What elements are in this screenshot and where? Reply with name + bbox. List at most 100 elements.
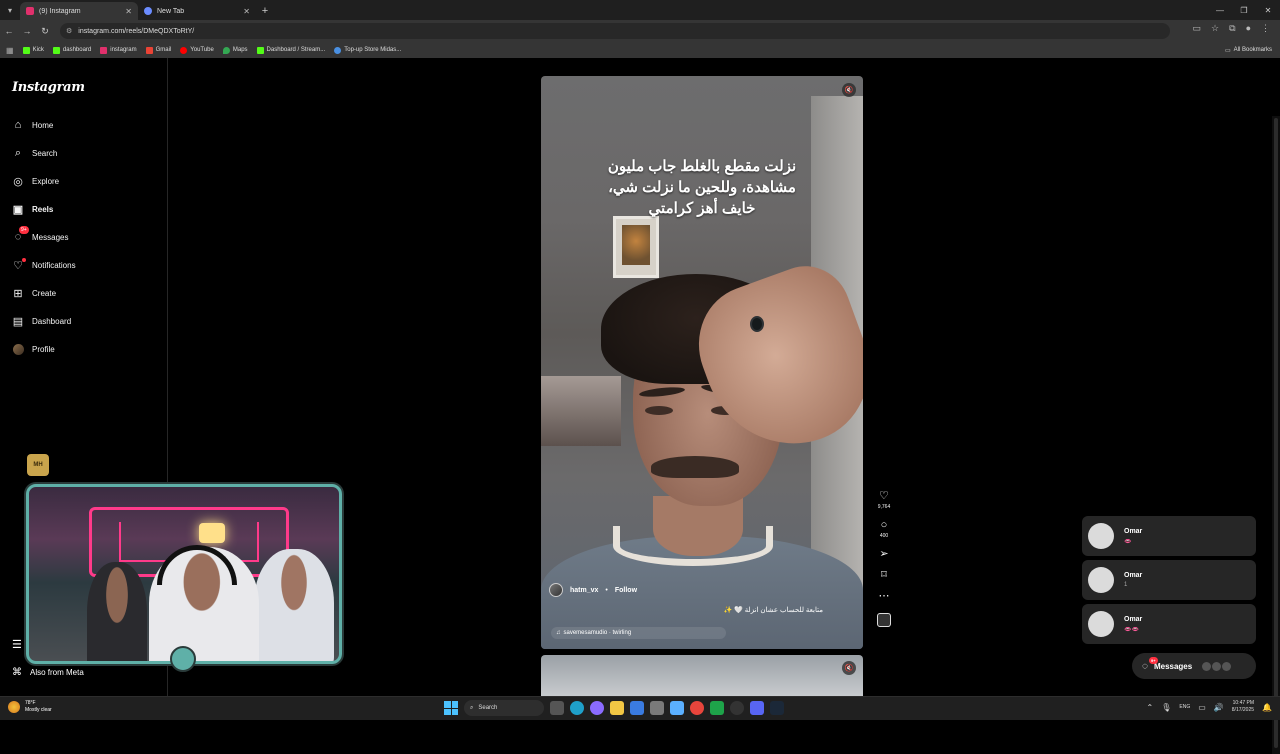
comment-button[interactable]: ○ 400 <box>880 519 888 539</box>
bookmark-gmail[interactable]: Gmail <box>145 46 171 54</box>
scrollbar-thumb[interactable] <box>1274 118 1278 748</box>
extensions-icon[interactable]: ⧉ <box>1229 23 1235 34</box>
reload-icon[interactable]: ↻ <box>36 20 54 42</box>
site-info-icon[interactable]: ⚙ <box>66 27 72 35</box>
sidebar-item-label: Dashboard <box>32 316 72 326</box>
messages-button[interactable]: ◌ 9+ Messages <box>1132 653 1256 679</box>
bookmark-topup-store[interactable]: Top-up Store Midas... <box>334 46 401 54</box>
reel-video[interactable]: نزلت مقطع بالغلط جاب مليون مشاهدة، وللحي… <box>541 76 863 649</box>
sidebar-item-explore[interactable]: ◎ Explore <box>12 172 59 190</box>
bookmark-youtube[interactable]: YouTube <box>180 46 214 54</box>
tab-search-icon[interactable]: ▾ <box>0 0 20 20</box>
bookmark-maps[interactable]: Maps <box>222 46 248 54</box>
save-button[interactable]: ⌑ <box>881 569 887 581</box>
bookmark-dashboard-stream[interactable]: Dashboard / Stream... <box>256 46 325 54</box>
new-tab-button[interactable]: + <box>256 2 274 20</box>
audio-label: savemesamudio · twirling <box>563 630 632 636</box>
reel-audio[interactable]: ♫ savemesamudio · twirling <box>551 627 726 639</box>
author-avatar[interactable] <box>549 583 563 597</box>
gmail-icon <box>145 46 153 54</box>
page-scrollbar[interactable] <box>1272 116 1280 754</box>
sidebar-item-also-from-meta[interactable]: ⌘ Also from Meta <box>12 664 84 680</box>
video-figure <box>750 316 764 332</box>
tab-instagram[interactable]: (9) Instagram ✕ <box>20 2 138 20</box>
sidebar-item-search[interactable]: ⌕ Search <box>12 144 57 162</box>
video-background <box>199 523 225 543</box>
mic-icon[interactable]: 🎙 <box>1161 703 1171 712</box>
edge-icon[interactable] <box>570 701 584 715</box>
apps-icon[interactable]: ▦ <box>6 46 14 55</box>
minimize-icon[interactable]: — <box>1208 0 1232 20</box>
chrome-icon[interactable] <box>690 701 704 715</box>
mute-icon[interactable]: 🔇 <box>842 83 856 97</box>
more-icon: ⋯ <box>878 590 890 602</box>
next-reel-video[interactable]: 🔇 <box>541 655 863 696</box>
sidebar-item-home[interactable]: ⌂ Home <box>12 116 54 134</box>
menu-icon[interactable]: ⋮ <box>1261 23 1270 34</box>
message-preview[interactable]: Omar 1 <box>1082 560 1256 600</box>
sidebar-item-dashboard[interactable]: ▤ Dashboard <box>12 312 71 330</box>
message-preview[interactable]: Omar 👄👄 <box>1082 604 1256 644</box>
weather-widget[interactable]: 78°F Mostly clear <box>8 700 52 714</box>
separator: • <box>605 586 608 594</box>
close-tab-icon[interactable]: ✕ <box>243 7 250 16</box>
follow-button[interactable]: Follow <box>615 587 637 594</box>
message-preview[interactable]: Omar 👄 <box>1082 516 1256 556</box>
copilot-icon[interactable] <box>590 701 604 715</box>
task-view-icon[interactable] <box>550 701 564 715</box>
mute-icon[interactable]: 🔇 <box>842 661 856 675</box>
notepad-icon[interactable] <box>670 701 684 715</box>
search-icon: ⌕ <box>470 704 474 711</box>
store-icon[interactable] <box>630 701 644 715</box>
close-tab-icon[interactable]: ✕ <box>125 7 132 16</box>
sidebar-item-notifications[interactable]: ♡ Notifications <box>12 256 76 274</box>
taskbar-search[interactable]: ⌕ Search <box>464 700 544 716</box>
bookmark-kick[interactable]: Kick <box>22 46 44 54</box>
instagram-logo[interactable]: Instagram <box>12 80 85 95</box>
audio-thumbnail[interactable] <box>877 613 891 627</box>
profile-icon[interactable]: ● <box>1246 23 1251 34</box>
notifications-icon[interactable]: 🔔 <box>1262 703 1272 712</box>
restore-icon[interactable]: ❐ <box>1232 0 1256 20</box>
discord-icon[interactable] <box>750 701 764 715</box>
language-indicator[interactable]: ENG <box>1179 704 1190 710</box>
reel-actions: ♡ 9,764 ○ 400 ➢ ⌑ ⋯ <box>874 490 894 627</box>
sidebar-item-reels[interactable]: ▣ Reels <box>12 200 54 218</box>
start-icon[interactable] <box>444 701 458 715</box>
share-button[interactable]: ➢ <box>879 548 888 560</box>
message-text: 1 <box>1124 582 1128 588</box>
forward-icon[interactable]: → <box>18 20 36 42</box>
app-icon[interactable] <box>650 701 664 715</box>
clock[interactable]: 10:47 PM 8/17/2025 <box>1232 700 1254 714</box>
bookmark-instagram[interactable]: instagram <box>100 46 137 54</box>
dashboard-icon: ▤ <box>12 315 24 328</box>
file-explorer-icon[interactable] <box>610 701 624 715</box>
sidebar-item-profile[interactable]: Profile <box>12 340 55 358</box>
like-button[interactable]: ♡ 9,764 <box>878 490 891 510</box>
back-icon[interactable]: ← <box>0 20 18 42</box>
sidebar-item-create[interactable]: ⊞ Create <box>12 284 56 302</box>
tab-new-tab[interactable]: New Tab ✕ <box>138 2 256 20</box>
reel-description[interactable]: متابعة للحساب عشان انزلة 🤍 ✨ <box>723 606 823 614</box>
browser-tab-bar: ▾ (9) Instagram ✕ New Tab ✕ + — ❐ ✕ <box>0 0 1280 20</box>
network-icon[interactable]: ▭ <box>1198 703 1206 712</box>
cast-icon[interactable]: ▭ <box>1193 23 1202 34</box>
obs-icon[interactable] <box>730 701 744 715</box>
xbox-icon[interactable] <box>710 701 724 715</box>
bookmark-dashboard[interactable]: dashboard <box>52 46 92 54</box>
steam-icon[interactable] <box>770 701 784 715</box>
more-button[interactable]: ⋯ <box>879 590 890 602</box>
sidebar-item-messages[interactable]: ◌ 9+ Messages <box>12 226 68 246</box>
url-input[interactable]: ⚙ instagram.com/reels/DMeQDXToRtY/ <box>60 23 1170 39</box>
video-background <box>541 376 621 446</box>
all-bookmarks[interactable]: ▭ All Bookmarks <box>1225 42 1272 58</box>
author-username[interactable]: hatm_vx <box>570 587 598 594</box>
volume-icon[interactable]: 🔊 <box>1214 703 1224 712</box>
bookmark-label: dashboard <box>62 47 92 53</box>
sidebar-item-more[interactable]: ☰ <box>12 636 22 652</box>
bookmark-star-icon[interactable]: ☆ <box>1211 23 1219 34</box>
close-window-icon[interactable]: ✕ <box>1256 0 1280 20</box>
windows-taskbar: 78°F Mostly clear ⌕ Search ⌃ 🎙 ENG ▭ 🔊 1… <box>0 696 1280 720</box>
chevron-up-icon[interactable]: ⌃ <box>1147 703 1154 712</box>
search-label: Search <box>478 705 498 711</box>
